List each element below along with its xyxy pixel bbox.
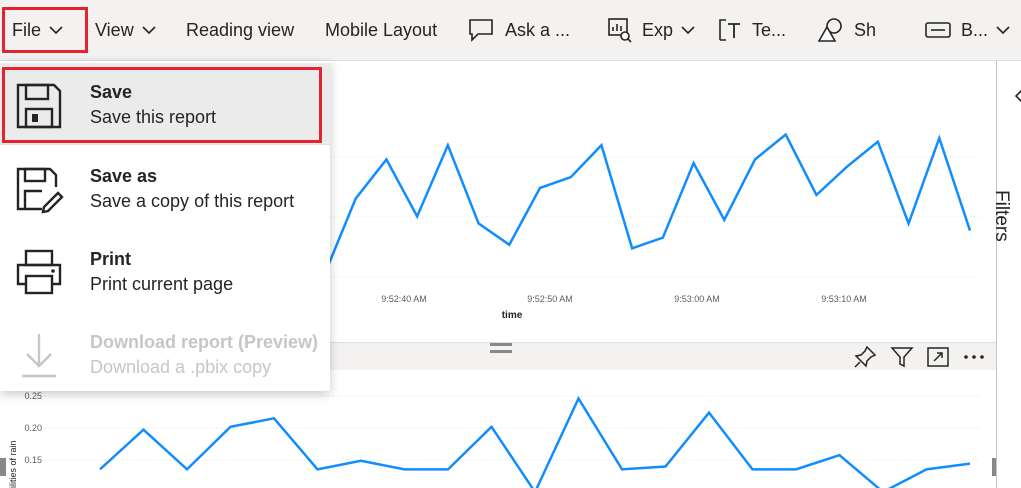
x-tick-label: 9:52:40 AM xyxy=(381,294,427,304)
x-tick-label: 9:53:10 AM xyxy=(821,294,867,304)
buttons-label: B... xyxy=(961,19,989,40)
print-title: Print xyxy=(90,249,132,269)
shapes-button[interactable]: Sh xyxy=(817,0,876,60)
reading-view-button[interactable]: Reading view xyxy=(186,0,294,60)
x-axis-title: time xyxy=(502,310,523,321)
text-box-button[interactable]: Te... xyxy=(718,0,786,60)
menu-item-save-as[interactable]: Save as Save a copy of this report xyxy=(0,147,330,229)
export-chart-icon xyxy=(608,18,632,43)
series-line xyxy=(323,132,972,274)
chevron-left-icon[interactable] xyxy=(1014,89,1021,103)
resize-handle[interactable] xyxy=(0,458,6,476)
download-description: Download a .pbix copy xyxy=(90,357,272,377)
print-description: Print current page xyxy=(90,274,234,294)
reading-view-label: Reading view xyxy=(186,19,295,40)
menu-item-print[interactable]: Print Print current page xyxy=(0,230,330,312)
resize-grip[interactable] xyxy=(490,343,512,346)
file-highlight-box xyxy=(2,7,88,53)
menu-divider xyxy=(0,144,330,145)
save-as-icon xyxy=(16,167,64,214)
file-dropdown-menu: Save Save this report Save as Save a cop… xyxy=(0,61,330,391)
filter-icon[interactable] xyxy=(890,345,914,369)
ask-label: Ask a ... xyxy=(505,19,571,40)
chevron-down-icon xyxy=(142,26,156,35)
export-button[interactable]: Exp xyxy=(606,0,695,60)
view-label: View xyxy=(95,19,134,40)
resize-grip[interactable] xyxy=(490,350,512,353)
download-title: Download report (Preview) xyxy=(90,332,319,352)
download-icon xyxy=(22,334,56,378)
series-line xyxy=(99,395,971,488)
export-label: Exp xyxy=(642,19,674,40)
shapes-label: Sh xyxy=(854,19,877,40)
x-tick-label: 9:53:00 AM xyxy=(674,294,720,304)
more-options-icon[interactable] xyxy=(962,345,986,369)
ask-a-question-button[interactable]: Ask a ... xyxy=(468,0,570,60)
buttons-menu-button[interactable]: B... xyxy=(925,0,1010,60)
menu-item-download-report: Download report (Preview) Download a .pb… xyxy=(0,313,330,395)
pin-icon[interactable] xyxy=(853,345,877,369)
save-highlight-box xyxy=(2,67,322,143)
focus-mode-icon[interactable] xyxy=(926,345,950,369)
mobile-layout-label: Mobile Layout xyxy=(325,19,438,40)
y-tick-label: 0.20 xyxy=(24,423,42,433)
shapes-icon xyxy=(817,18,842,42)
chat-bubble-icon xyxy=(469,19,493,42)
save-as-description: Save a copy of this report xyxy=(90,191,295,211)
filters-pane[interactable] xyxy=(996,61,1021,488)
chevron-down-icon xyxy=(996,26,1010,35)
ribbon-toolbar: File View Reading view Mobile Layout Ask… xyxy=(0,0,1021,61)
x-tick-label: 9:52:50 AM xyxy=(527,294,573,304)
chevron-down-icon xyxy=(681,26,695,35)
print-icon xyxy=(16,249,62,295)
filters-pane-label: Filters xyxy=(991,190,1012,242)
view-menu-button[interactable]: View xyxy=(95,0,156,60)
menu-item-save[interactable]: Save Save this report xyxy=(0,63,330,145)
button-icon xyxy=(925,22,951,38)
y-tick-label: 0.15 xyxy=(24,455,42,465)
mobile-layout-button[interactable]: Mobile Layout xyxy=(325,0,437,60)
text-box-icon xyxy=(719,19,740,41)
save-as-title: Save as xyxy=(90,166,158,186)
y-axis-title: ilities of rain xyxy=(8,440,18,488)
text-label: Te... xyxy=(752,19,787,40)
